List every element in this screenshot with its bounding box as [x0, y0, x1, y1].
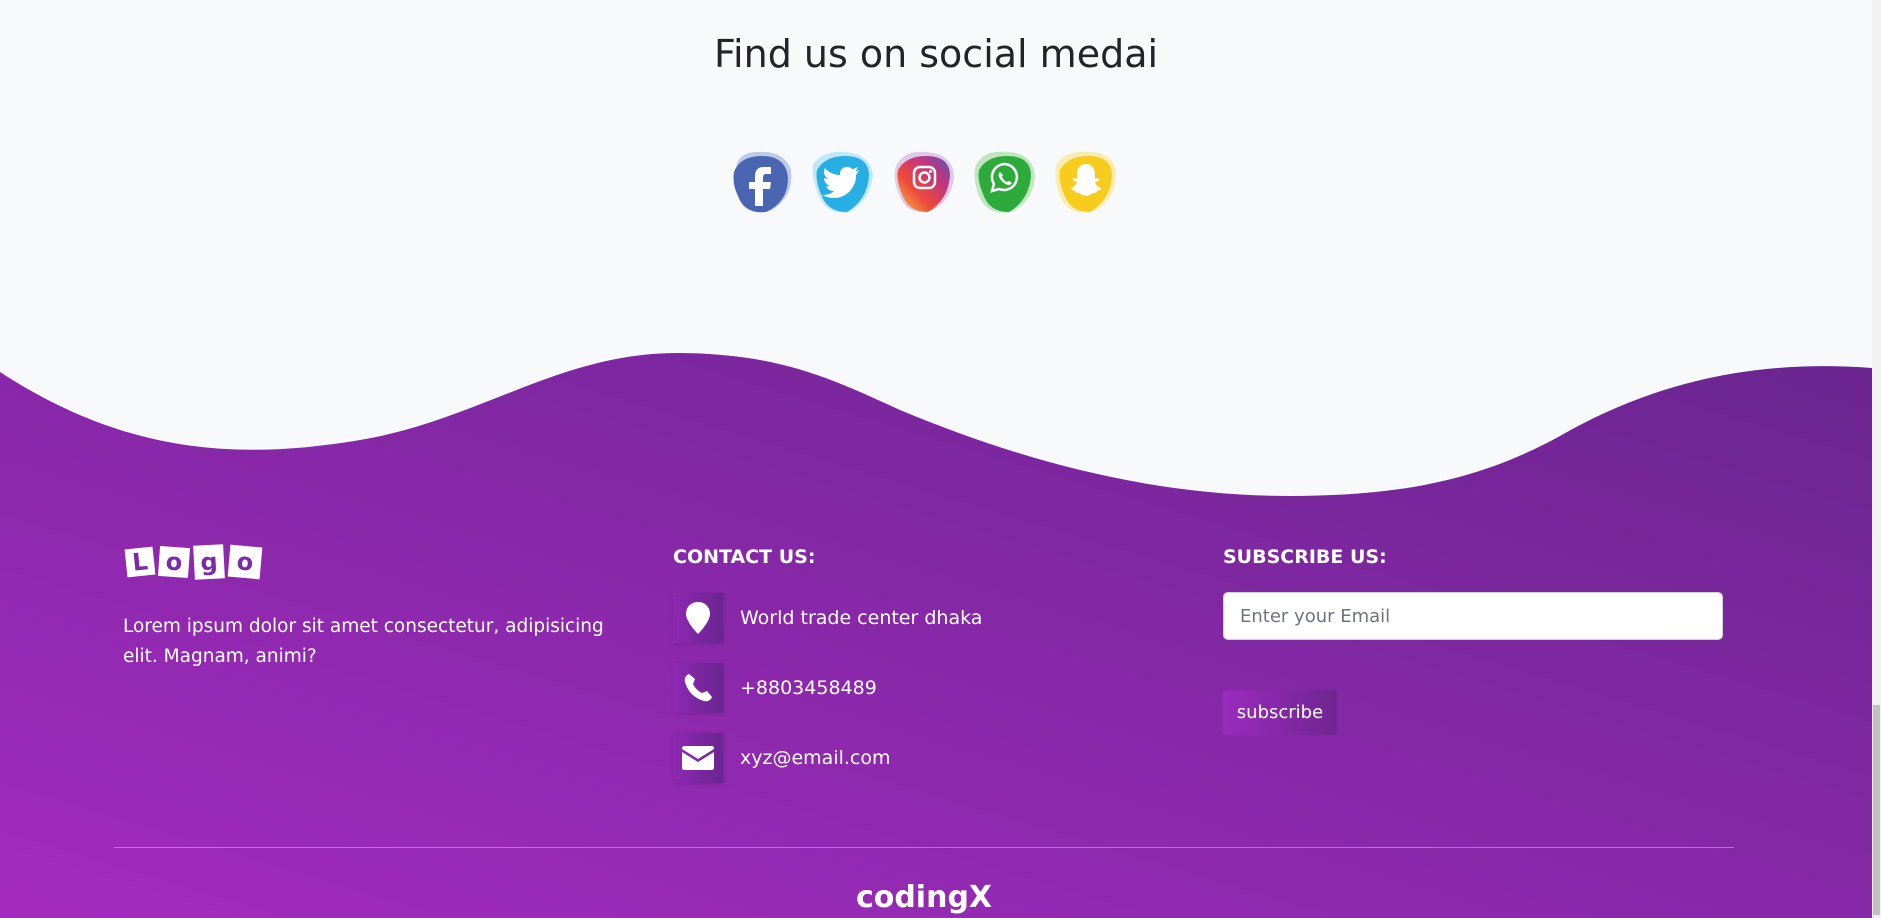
- contact-address-text: World trade center dhaka: [740, 607, 983, 629]
- footer-about-text: Lorem ipsum dolor sit amet consectetur, …: [123, 616, 604, 667]
- map-marker-icon: [673, 593, 723, 643]
- contact-phone: +8803458489: [673, 663, 877, 713]
- envelope-icon: [673, 733, 723, 783]
- logo-letter: o: [227, 544, 263, 580]
- twitter-icon[interactable]: [809, 148, 878, 216]
- contact-heading: CONTACT US:: [673, 546, 816, 568]
- subscribe-button[interactable]: subscribe: [1223, 690, 1337, 735]
- contact-email: xyz@email.com: [673, 733, 890, 783]
- contact-email-text[interactable]: xyz@email.com: [740, 747, 890, 769]
- instagram-icon[interactable]: [890, 148, 959, 216]
- subscribe-email-input[interactable]: [1223, 592, 1723, 640]
- scrollbar-thumb[interactable]: [1873, 705, 1880, 915]
- snapchat-icon[interactable]: [1052, 148, 1121, 216]
- social-icons-row: [728, 148, 1121, 216]
- page: Find us on social medai L o g o Lorem ip…: [0, 0, 1872, 918]
- logo-letter: o: [157, 545, 191, 579]
- footer-divider: [114, 847, 1734, 848]
- phone-icon: [673, 663, 723, 713]
- facebook-icon[interactable]: [728, 148, 797, 216]
- logo-letter: L: [124, 546, 156, 578]
- social-section-title: Find us on social medai: [713, 32, 1159, 76]
- contact-phone-text[interactable]: +8803458489: [740, 677, 877, 699]
- contact-address: World trade center dhaka: [673, 593, 982, 643]
- footer-logo[interactable]: L o g o: [124, 544, 263, 580]
- subscribe-heading: SUBSCRIBE US:: [1223, 546, 1387, 568]
- whatsapp-icon[interactable]: [971, 148, 1040, 216]
- logo-letter: g: [193, 544, 225, 580]
- page-scrollbar[interactable]: [1872, 0, 1881, 918]
- footer-brand: codingX: [855, 880, 993, 915]
